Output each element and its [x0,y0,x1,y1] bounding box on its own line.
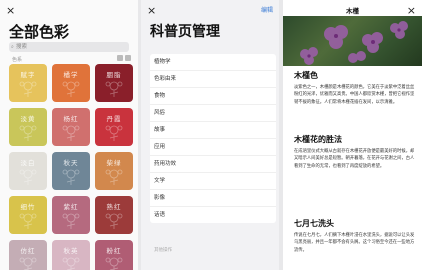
article-header: 木槿 × [283,0,422,17]
flower-illustration-icon [62,213,80,229]
category-item[interactable]: 色彩由来 [150,71,276,88]
color-tile[interactable]: 仿红 [9,240,47,270]
category-item[interactable]: 风俗 [150,105,276,122]
color-tile[interactable]: 秋英 [52,240,90,270]
flower-image [283,16,422,66]
footer-label: 其他操作 [154,248,172,253]
color-tile[interactable]: 橘学 [52,64,90,102]
page-title: 科普页管理 [150,24,220,40]
page-title: 全部色彩 [9,23,70,41]
category-item[interactable]: 食物 [150,88,276,105]
section-heading: 木槿花的胜法 [294,135,342,144]
color-tile[interactable]: 淡黄 [9,108,47,146]
color-tile[interactable]: 丹霞 [95,108,133,146]
section-text: 在成语里仪式大概从古就存在木槿花开放便是最美好的时候，却又暗示人间美好总是短暂。… [294,149,415,169]
color-tile[interactable]: 杨红 [52,108,90,146]
color-tile[interactable]: 粉红 [95,240,133,270]
section-label: 色系 [12,57,23,63]
article-title: 木槿 [346,7,359,15]
all-colors-panel: × 全部色彩 ⌕ 搜索 色系 赋字 橘学 胭脂淡黄 杨红 丹霞淡白 秋天 柴绿细竹 紫红 熟红仿… [0,0,138,270]
search-icon: ⌕ [11,44,14,50]
search-placeholder: 搜索 [16,44,28,50]
category-item[interactable]: 话语 [150,207,276,223]
section-text: 淡紫色之一，木槿颜是木槿花的颜色，它美在于淡紫中泛着丝丝粉红的光泽，优雅而又高贵… [294,85,415,105]
category-item[interactable]: 应用 [150,139,276,156]
close-icon[interactable]: × [147,5,156,17]
flower-illustration-icon [105,213,123,229]
flower-illustration-icon [62,125,80,141]
flower-illustration-icon [19,213,37,229]
flower-illustration-icon [19,81,37,97]
close-icon[interactable]: × [6,5,15,17]
section-text: 传说在七月七，人们摘下木槿叶浸在水里洗头，据说可以让头发乌黑亮丽，并且一年都不会… [294,233,415,253]
edit-link[interactable]: 编辑 [261,5,273,14]
category-item[interactable]: 植物学 [150,54,276,71]
category-item[interactable]: 故事 [150,122,276,139]
article-panel: 木槿 × 木槿色 淡紫色之一，木槿颜是木槿花的颜色，它美在于淡紫中泛着丝丝粉红的… [283,0,422,270]
flower-illustration-icon [62,257,80,270]
color-tile[interactable]: 胭脂 [95,64,133,102]
color-tile[interactable]: 淡白 [9,152,47,190]
science-page-panel: × 编辑 科普页管理 植物学 色彩由来 食物 风俗 故事 应用 药用功效 文学 影像 话语 其他操… [141,0,279,270]
flower-illustration-icon [105,169,123,185]
color-tile[interactable]: 紫红 [52,196,90,234]
flower-illustration-icon [105,125,123,141]
color-tile[interactable]: 熟红 [95,196,133,234]
color-tile[interactable]: 细竹 [9,196,47,234]
flower-illustration-icon [19,125,37,141]
flower-illustration-icon [62,169,80,185]
section-heading: 木槿色 [294,71,318,80]
view-toggle[interactable] [117,55,131,61]
color-tile[interactable]: 赋字 [9,64,47,102]
grid-view-icon[interactable] [125,55,131,61]
category-item[interactable]: 药用功效 [150,156,276,173]
color-tile[interactable]: 秋天 [52,152,90,190]
search-input[interactable]: ⌕ 搜索 [9,42,129,52]
category-list: 植物学 色彩由来 食物 风俗 故事 应用 药用功效 文学 影像 话语 [150,54,276,223]
section-heading: 七月七洗头 [294,219,334,228]
category-item[interactable]: 文学 [150,173,276,190]
category-item[interactable]: 影像 [150,190,276,207]
flower-illustration-icon [62,81,80,97]
flower-illustration-icon [105,257,123,270]
flower-illustration-icon [19,257,37,270]
color-tile[interactable]: 柴绿 [95,152,133,190]
list-view-icon[interactable] [117,55,123,61]
flower-illustration-icon [19,169,37,185]
color-grid: 赋字 橘学 胭脂淡黄 杨红 丹霞淡白 秋天 柴绿细竹 紫红 熟红仿红 秋英 粉红 [9,64,134,270]
flower-illustration-icon [105,81,123,97]
